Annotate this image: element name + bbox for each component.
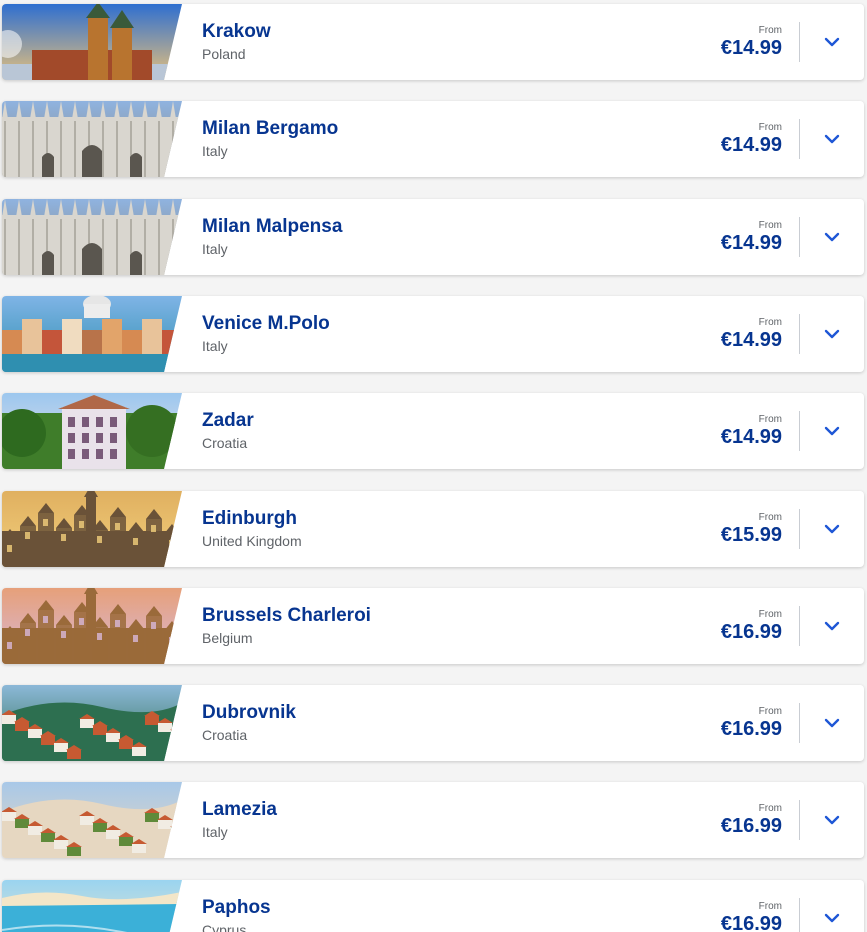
- card-divider: [799, 411, 800, 451]
- price-from-label: From: [758, 317, 782, 328]
- card-divider: [799, 509, 800, 549]
- destination-country: Italy: [202, 241, 228, 257]
- expand-button[interactable]: [818, 28, 846, 56]
- destination-image: [2, 4, 182, 80]
- destination-country: Poland: [202, 46, 246, 62]
- chevron-down-icon: [824, 426, 840, 436]
- chevron-down-icon: [824, 134, 840, 144]
- price-from-label: From: [758, 512, 782, 523]
- destination-image: [2, 199, 182, 275]
- expand-button[interactable]: [818, 709, 846, 737]
- price-from-label: From: [758, 706, 782, 717]
- chevron-down-icon: [824, 524, 840, 534]
- destination-city: Dubrovnik: [202, 702, 296, 723]
- destination-image: [2, 782, 182, 858]
- destination-card[interactable]: Paphos Cyprus From €16.99: [2, 880, 864, 932]
- destination-image: [2, 296, 182, 372]
- expand-button[interactable]: [818, 806, 846, 834]
- card-divider: [799, 898, 800, 932]
- fare-price: €16.99: [720, 718, 782, 740]
- fare-price: €14.99: [720, 232, 782, 254]
- card-divider: [799, 314, 800, 354]
- card-divider: [799, 119, 800, 159]
- fare-price: €16.99: [720, 621, 782, 643]
- expand-button[interactable]: [818, 612, 846, 640]
- fare-price: €16.99: [720, 913, 782, 932]
- destination-card[interactable]: Krakow Poland From €14.99: [2, 4, 864, 80]
- chevron-down-icon: [824, 621, 840, 631]
- expand-button[interactable]: [818, 515, 846, 543]
- destination-card[interactable]: Milan Malpensa Italy From €14.99: [2, 199, 864, 275]
- destination-card[interactable]: Brussels Charleroi Belgium From €16.99: [2, 588, 864, 664]
- destination-card[interactable]: Venice M.Polo Italy From €14.99: [2, 296, 864, 372]
- chevron-down-icon: [824, 37, 840, 47]
- destination-country: Italy: [202, 824, 228, 840]
- fare-price: €14.99: [720, 134, 782, 156]
- destination-image: [2, 101, 182, 177]
- card-divider: [799, 22, 800, 62]
- chevron-down-icon: [824, 232, 840, 242]
- destination-country: Croatia: [202, 727, 248, 743]
- destination-card[interactable]: Dubrovnik Croatia From €16.99: [2, 685, 864, 761]
- card-divider: [799, 217, 800, 257]
- destination-country: United Kingdom: [202, 533, 302, 549]
- price-from-label: From: [758, 220, 782, 231]
- card-divider: [799, 606, 800, 646]
- expand-button[interactable]: [818, 223, 846, 251]
- destination-card[interactable]: Lamezia Italy From €16.99: [2, 782, 864, 858]
- card-divider: [799, 703, 800, 743]
- destination-image: [2, 685, 182, 761]
- fare-price: €15.99: [720, 524, 782, 546]
- destination-image: [2, 491, 182, 567]
- fare-price: €14.99: [720, 37, 782, 59]
- expand-button[interactable]: [818, 125, 846, 153]
- destination-city: Krakow: [202, 21, 271, 42]
- chevron-down-icon: [824, 913, 840, 923]
- destination-country: Italy: [202, 143, 228, 159]
- fare-price: €14.99: [720, 329, 782, 351]
- destination-card[interactable]: Zadar Croatia From €14.99: [2, 393, 864, 469]
- destination-card[interactable]: Milan Bergamo Italy From €14.99: [2, 101, 864, 177]
- price-from-label: From: [758, 122, 782, 133]
- fare-price: €14.99: [720, 426, 782, 448]
- card-divider: [799, 800, 800, 840]
- chevron-down-icon: [824, 815, 840, 825]
- destination-image: [2, 393, 182, 469]
- price-from-label: From: [758, 414, 782, 425]
- destination-country: Belgium: [202, 630, 253, 646]
- expand-button[interactable]: [818, 904, 846, 932]
- destination-country: Cyprus: [202, 922, 247, 932]
- price-from-label: From: [758, 803, 782, 814]
- chevron-down-icon: [824, 718, 840, 728]
- destination-city: Venice M.Polo: [202, 313, 330, 334]
- expand-button[interactable]: [818, 417, 846, 445]
- destination-city: Lamezia: [202, 799, 277, 820]
- chevron-down-icon: [824, 329, 840, 339]
- destination-city: Zadar: [202, 410, 254, 431]
- destination-city: Brussels Charleroi: [202, 605, 371, 626]
- destination-city: Milan Bergamo: [202, 118, 339, 139]
- destination-country: Croatia: [202, 435, 248, 451]
- price-from-label: From: [758, 901, 782, 912]
- price-from-label: From: [758, 25, 782, 36]
- destination-card[interactable]: Edinburgh United Kingdom From €15.99: [2, 491, 864, 567]
- fare-price: €16.99: [720, 815, 782, 837]
- expand-button[interactable]: [818, 320, 846, 348]
- destination-image: [2, 880, 182, 932]
- destination-city: Paphos: [202, 897, 271, 918]
- price-from-label: From: [758, 609, 782, 620]
- destination-image: [2, 588, 182, 664]
- destination-city: Edinburgh: [202, 508, 297, 529]
- destination-city: Milan Malpensa: [202, 216, 343, 237]
- destination-country: Italy: [202, 338, 228, 354]
